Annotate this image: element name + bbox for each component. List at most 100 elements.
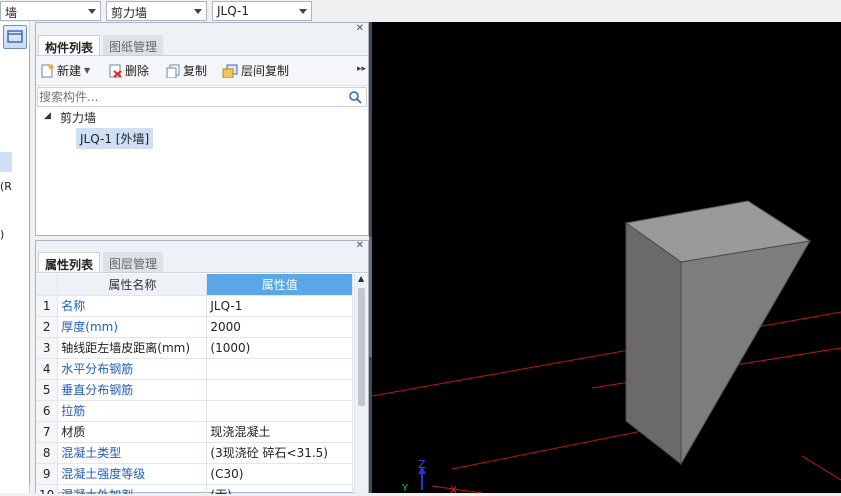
property-value[interactable]: [206, 379, 353, 401]
search-icon[interactable]: [349, 91, 362, 104]
property-name: 混凝土类型: [57, 442, 208, 464]
table-row[interactable]: 9 混凝土强度等级 (C30): [36, 463, 353, 485]
floor-copy-icon: [222, 64, 238, 78]
component-toolbar: 新建 ▼ 删除 复制 层间复制 ▸▸: [36, 56, 368, 86]
z-axis-label: Z: [418, 458, 426, 471]
left-nav-strip: [0, 22, 30, 493]
row-index: 5: [36, 379, 59, 401]
table-header-row: 属性名称 属性值: [36, 274, 353, 296]
new-button[interactable]: 新建 ▼: [40, 62, 90, 79]
row-index: 3: [36, 337, 59, 359]
close-icon[interactable]: ✕: [356, 240, 364, 251]
table-row[interactable]: 3 轴线距左墙皮距离(mm) (1000): [36, 337, 353, 359]
tab-component-list[interactable]: 构件列表: [38, 35, 101, 55]
strip-text-fragment: (R: [0, 180, 12, 193]
table-row[interactable]: 4 水平分布钢筋: [36, 358, 353, 380]
subtype-dropdown[interactable]: 剪力墙: [106, 1, 207, 21]
window-icon: [7, 30, 23, 43]
tab-drawing-management[interactable]: 图纸管理: [103, 35, 164, 55]
component-dropdown[interactable]: JLQ-1: [212, 1, 312, 21]
wall-left-face[interactable]: [625, 222, 682, 466]
property-rows: 1 名称 JLQ-1 2 厚度(mm) 2000 3 轴线距左墙皮距离(mm) (1000) 4 水…: [36, 295, 353, 494]
row-index: 4: [36, 358, 59, 380]
property-name: 拉筋: [57, 400, 208, 422]
property-scrollbar[interactable]: ▲: [354, 274, 368, 494]
property-value[interactable]: (C30): [206, 463, 353, 485]
strip-selected-item[interactable]: [0, 152, 12, 172]
new-button-label: 新建: [57, 64, 82, 78]
tree-item-selected[interactable]: JLQ-1 [外墙]: [76, 128, 154, 149]
row-index: 9: [36, 463, 59, 485]
property-name: 轴线距左墙皮距离(mm): [57, 337, 208, 359]
grid-line: [801, 455, 841, 481]
property-value[interactable]: [206, 358, 353, 380]
property-value[interactable]: (3现浇砼 碎石<31.5): [206, 442, 353, 464]
header-index-cell: [36, 274, 59, 296]
subtype-dropdown-value: 剪力墙: [111, 6, 148, 20]
row-index: 1: [36, 295, 59, 317]
component-list-panel: ✕ 构件列表 图纸管理 新建 ▼ 删除 复制 层间复制 ▸▸ 搜索构件... ◢…: [35, 22, 369, 236]
property-value[interactable]: 2000: [206, 316, 353, 338]
panel-title-bar: ✕: [36, 23, 368, 35]
property-value[interactable]: 现浇混凝土: [206, 421, 353, 443]
grid-line: [431, 485, 483, 494]
grid-line: [371, 311, 841, 397]
tab-layer-management[interactable]: 图层管理: [103, 252, 164, 272]
delete-button-label: 删除: [125, 64, 150, 78]
scroll-thumb[interactable]: [358, 288, 365, 406]
tree-collapse-icon[interactable]: ◢: [44, 111, 51, 121]
tree-category[interactable]: 剪力墙: [60, 109, 96, 126]
table-row[interactable]: 7 材质 现浇混凝土: [36, 421, 353, 443]
delete-icon: [109, 64, 122, 78]
new-file-icon: [41, 64, 54, 77]
table-row[interactable]: 1 名称 JLQ-1: [36, 295, 353, 317]
property-table-wrapper: 属性名称 属性值 1 名称 JLQ-1 2 厚度(mm) 2000 3 轴线距左墙皮距离(mm…: [36, 274, 353, 494]
property-value[interactable]: (1000): [206, 337, 353, 359]
scroll-up-icon[interactable]: ▲: [358, 274, 364, 283]
property-panel: ✕ 属性列表 图层管理 属性名称 属性值 1 名称 JLQ-1 2 厚度(mm) 2000…: [35, 240, 369, 494]
floor-copy-button-label: 层间复制: [241, 64, 290, 78]
component-tabs: 构件列表 图纸管理: [36, 35, 368, 56]
3d-scene[interactable]: Z Y X: [371, 22, 841, 496]
property-name: 水平分布钢筋: [57, 358, 208, 380]
wall-front-face[interactable]: [680, 240, 811, 466]
chevron-down-icon: [299, 9, 307, 14]
property-name: 材质: [57, 421, 208, 443]
property-name: 混凝土强度等级: [57, 463, 208, 485]
header-value-cell: 属性值: [206, 274, 353, 296]
search-input[interactable]: [39, 89, 339, 105]
property-name: 名称: [57, 295, 208, 317]
table-row[interactable]: 5 垂直分布钢筋: [36, 379, 353, 401]
strip-divider: [29, 45, 30, 485]
property-table: 属性名称 属性值 1 名称 JLQ-1 2 厚度(mm) 2000 3 轴线距左墙皮距离(mm…: [36, 274, 353, 494]
property-name: 厚度(mm): [57, 316, 208, 338]
row-index: 7: [36, 421, 59, 443]
close-icon[interactable]: ✕: [356, 23, 364, 34]
row-index: 8: [36, 442, 59, 464]
type-dropdown-value: 墙: [5, 6, 18, 20]
property-value[interactable]: JLQ-1: [206, 295, 353, 317]
strip-text-fragment: ): [0, 228, 5, 241]
3d-viewport[interactable]: Z Y X: [371, 22, 841, 496]
tab-property-list[interactable]: 属性列表: [38, 252, 101, 272]
property-tabs: 属性列表 图层管理: [36, 252, 368, 273]
header-name-cell: 属性名称: [57, 274, 208, 296]
component-search[interactable]: [37, 87, 367, 107]
panel-toggle-button[interactable]: [3, 25, 27, 49]
delete-button[interactable]: 删除: [108, 62, 149, 79]
chevron-down-icon: [194, 9, 202, 14]
table-row[interactable]: 6 拉筋: [36, 400, 353, 422]
toolbar-overflow-icon[interactable]: ▸▸: [357, 64, 366, 74]
copy-button[interactable]: 复制: [166, 62, 207, 79]
property-value[interactable]: [206, 400, 353, 422]
type-dropdown[interactable]: 墙: [0, 1, 101, 21]
y-axis-label: Y: [401, 483, 409, 493]
component-dropdown-value: JLQ-1: [217, 4, 249, 18]
table-row[interactable]: 8 混凝土类型 (3现浇砼 碎石<31.5): [36, 442, 353, 464]
x-axis-label: X: [450, 485, 457, 493]
table-row[interactable]: 2 厚度(mm) 2000: [36, 316, 353, 338]
copy-icon: [166, 64, 180, 78]
top-filter-bar: 墙 剪力墙 JLQ-1: [0, 0, 372, 22]
floor-copy-button[interactable]: 层间复制: [222, 62, 289, 79]
row-index: 2: [36, 316, 59, 338]
